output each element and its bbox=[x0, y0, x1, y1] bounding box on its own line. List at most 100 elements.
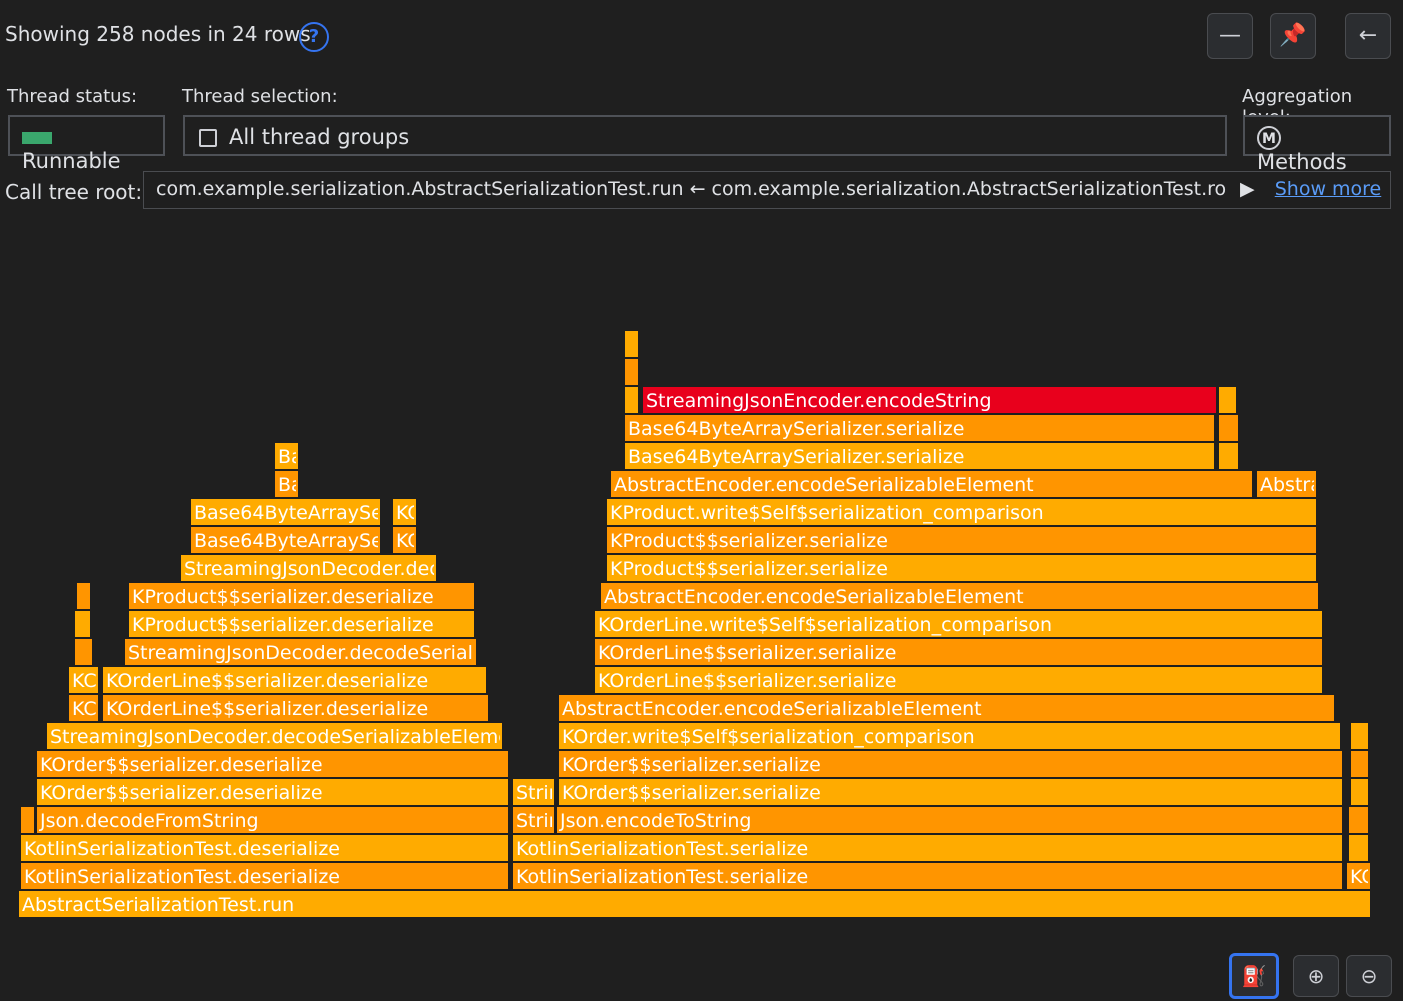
flame-frame[interactable]: KOrderLine.write$Self$serialization_comp… bbox=[595, 611, 1322, 637]
flame-frame-rect[interactable] bbox=[21, 807, 34, 833]
flame-frame-rect[interactable] bbox=[75, 611, 90, 637]
paint-bucket-icon[interactable]: ⛽ bbox=[1229, 953, 1279, 999]
flame-graph[interactable]: AbstractSerializationTest.run KotlinSeria… bbox=[0, 240, 1403, 940]
flame-frame-rect[interactable] bbox=[625, 359, 638, 385]
flame-frame[interactable]: Ba bbox=[275, 443, 303, 469]
zoom-in-icon[interactable]: ⊕ bbox=[1293, 955, 1339, 997]
expand-arrow-icon[interactable]: ▶ bbox=[1240, 178, 1255, 200]
flame-graph-svg[interactable]: AbstractSerializationTest.run KotlinSeria… bbox=[0, 240, 1403, 940]
flame-frame[interactable]: KOrder.write$Self$serialization_comparis… bbox=[559, 723, 1340, 749]
flame-frame-label: KOrderLine$$serializer.deserialize bbox=[106, 670, 428, 692]
flame-frame-label: KOrder$$serializer.serialize bbox=[562, 782, 821, 804]
flame-frame[interactable]: KOrder$$serializer.deserialize bbox=[37, 751, 508, 777]
flame-frame-rect[interactable] bbox=[1219, 387, 1236, 413]
flame-frame-rect[interactable] bbox=[1351, 723, 1368, 749]
flame-frame[interactable]: StreamingJsonDecoder.decodeSerializableE… bbox=[47, 723, 529, 749]
flame-frame[interactable]: KOrderLine$$serializer.deserialize bbox=[103, 667, 486, 693]
flame-frame[interactable] bbox=[1351, 723, 1368, 749]
flame-frame-rect[interactable] bbox=[1219, 443, 1238, 469]
flame-frame[interactable]: KC bbox=[393, 499, 421, 525]
flame-frame-rect[interactable] bbox=[1219, 415, 1238, 441]
flame-frame[interactable]: Base64ByteArraySerializer.serialize bbox=[625, 415, 1214, 441]
flame-frame-rect[interactable] bbox=[1351, 751, 1368, 777]
thread-selection-dropdown[interactable]: All thread groups bbox=[183, 115, 1227, 156]
flame-frame[interactable]: KProduct$$serializer.deserialize bbox=[129, 583, 474, 609]
flame-frame[interactable]: AbstractEncoder.encodeSerializableElemen… bbox=[611, 471, 1252, 497]
flame-frame[interactable]: KC bbox=[69, 695, 98, 721]
pin-icon[interactable]: 📌 bbox=[1270, 13, 1316, 59]
flame-frame[interactable]: KotlinSerializationTest.deserialize bbox=[21, 835, 508, 861]
flame-frame[interactable] bbox=[625, 359, 638, 385]
help-icon[interactable]: ? bbox=[299, 22, 329, 52]
flame-frame[interactable] bbox=[21, 807, 34, 833]
flame-frame[interactable]: KOrder$$serializer.serialize bbox=[559, 779, 1342, 805]
flame-frame[interactable]: AbstractEncoder.encodeSerializableElemen… bbox=[601, 583, 1318, 609]
flame-frame-label: KProduct$$serializer.serialize bbox=[610, 530, 888, 552]
flame-frame[interactable]: KProduct$$serializer.serialize bbox=[607, 527, 1316, 553]
flame-frame[interactable]: Strir bbox=[513, 779, 557, 805]
flame-frame[interactable]: AbstractEncoder.encodeSerializableElemen… bbox=[559, 695, 1334, 721]
flame-frame-label: StreamingJsonDecoder.decodeSerializableE… bbox=[128, 642, 607, 664]
flame-frame[interactable]: KOrder$$serializer.deserialize bbox=[37, 779, 508, 805]
flame-frame[interactable] bbox=[1219, 443, 1238, 469]
flame-frame[interactable]: AbstractSerializationTest.run bbox=[19, 891, 1370, 917]
flame-frame[interactable] bbox=[1349, 807, 1368, 833]
aggregation-dropdown[interactable]: MMethods bbox=[1243, 115, 1391, 174]
flame-frame[interactable] bbox=[1219, 415, 1238, 441]
flame-frame[interactable]: KOrder$$serializer.serialize bbox=[559, 751, 1342, 777]
flame-frame[interactable]: Json.decodeFromString bbox=[37, 807, 508, 833]
flame-frame-rect[interactable] bbox=[1349, 835, 1368, 861]
flame-frame[interactable]: KC bbox=[69, 667, 98, 693]
flame-frame[interactable]: Strir bbox=[513, 807, 557, 833]
flame-frame[interactable]: KOrderLine$$serializer.serialize bbox=[595, 639, 1322, 665]
flame-frame-label: KotlinSerializationTest.deserialize bbox=[24, 838, 340, 860]
flame-frame[interactable] bbox=[1351, 751, 1368, 777]
flame-frame-label: Strir bbox=[516, 782, 557, 804]
flame-frame[interactable] bbox=[75, 639, 92, 665]
flame-frame-rect[interactable] bbox=[625, 331, 638, 357]
flame-frame[interactable]: StreamingJsonDecoder.decodeSerializableE… bbox=[125, 639, 607, 665]
flame-frame[interactable]: StreamingJsonEncoder.encodeString bbox=[643, 387, 1216, 413]
flame-frame[interactable] bbox=[77, 583, 90, 609]
flame-frame[interactable] bbox=[1349, 835, 1368, 861]
flame-frame[interactable]: Json.encodeToString bbox=[557, 807, 1342, 833]
flame-frame[interactable] bbox=[75, 611, 90, 637]
flame-frame[interactable]: KProduct$$serializer.deserialize bbox=[129, 611, 474, 637]
flame-frame-rect[interactable] bbox=[77, 583, 90, 609]
thread-status-dropdown[interactable]: Runnable bbox=[8, 115, 165, 173]
flame-frame[interactable]: KotlinSerializationTest.serialize bbox=[513, 863, 1342, 889]
flame-frame[interactable]: KProduct.write$Self$serialization_compar… bbox=[607, 499, 1316, 525]
flame-frame[interactable] bbox=[1219, 387, 1236, 413]
flame-frame[interactable] bbox=[625, 331, 638, 357]
flame-frame-rect[interactable] bbox=[1349, 807, 1368, 833]
flame-frame[interactable]: AbstractEncoder.encodeSerializableElemen… bbox=[1257, 471, 1403, 497]
flame-frame[interactable]: KProduct$$serializer.serialize bbox=[607, 555, 1316, 581]
flame-frame[interactable]: KotlinSerializationTest.serialize bbox=[513, 835, 1342, 861]
flame-frame-label: Ba bbox=[278, 446, 303, 468]
flame-frame[interactable]: KC bbox=[1347, 863, 1375, 889]
flame-frame[interactable] bbox=[1351, 779, 1368, 805]
flame-frame-rect[interactable] bbox=[1351, 779, 1368, 805]
flame-frame-label: StreamingJsonDecoder.decodeSerializableE… bbox=[184, 558, 663, 580]
flame-frame[interactable]: KOrderLine$$serializer.serialize bbox=[595, 667, 1322, 693]
flame-frame[interactable]: KotlinSerializationTest.deserialize bbox=[21, 863, 508, 889]
flame-frame-label: Base64ByteArraySerializer.serialize bbox=[628, 446, 964, 468]
flame-frame[interactable]: Ba bbox=[275, 471, 303, 497]
minus-icon[interactable]: — bbox=[1207, 13, 1253, 59]
flame-frame-label: AbstractSerializationTest.run bbox=[22, 894, 294, 916]
thread-status-value: Runnable bbox=[22, 149, 121, 173]
flame-frame[interactable]: KC bbox=[393, 527, 421, 553]
flame-frame[interactable]: Base64ByteArraySerializer.deserialize bbox=[191, 499, 554, 525]
flame-frame[interactable]: Base64ByteArraySerializer.serialize bbox=[625, 443, 1214, 469]
flame-frame[interactable]: KOrderLine$$serializer.deserialize bbox=[103, 695, 488, 721]
flame-frame-rect[interactable] bbox=[75, 639, 92, 665]
flame-frame[interactable]: Base64ByteArraySerializer.deserialize bbox=[191, 527, 554, 553]
back-arrow-icon[interactable]: ← bbox=[1345, 13, 1391, 59]
call-tree-root-label: Call tree root: bbox=[5, 180, 143, 204]
flame-frame[interactable]: StreamingJsonDecoder.decodeSerializableE… bbox=[181, 555, 663, 581]
show-more-link[interactable]: Show more bbox=[1275, 178, 1382, 200]
flame-frame-rect[interactable] bbox=[625, 387, 638, 413]
flame-frame[interactable] bbox=[625, 387, 638, 413]
call-tree-root-field[interactable]: com.example.serialization.AbstractSerial… bbox=[143, 171, 1391, 209]
zoom-out-icon[interactable]: ⊖ bbox=[1346, 955, 1392, 997]
